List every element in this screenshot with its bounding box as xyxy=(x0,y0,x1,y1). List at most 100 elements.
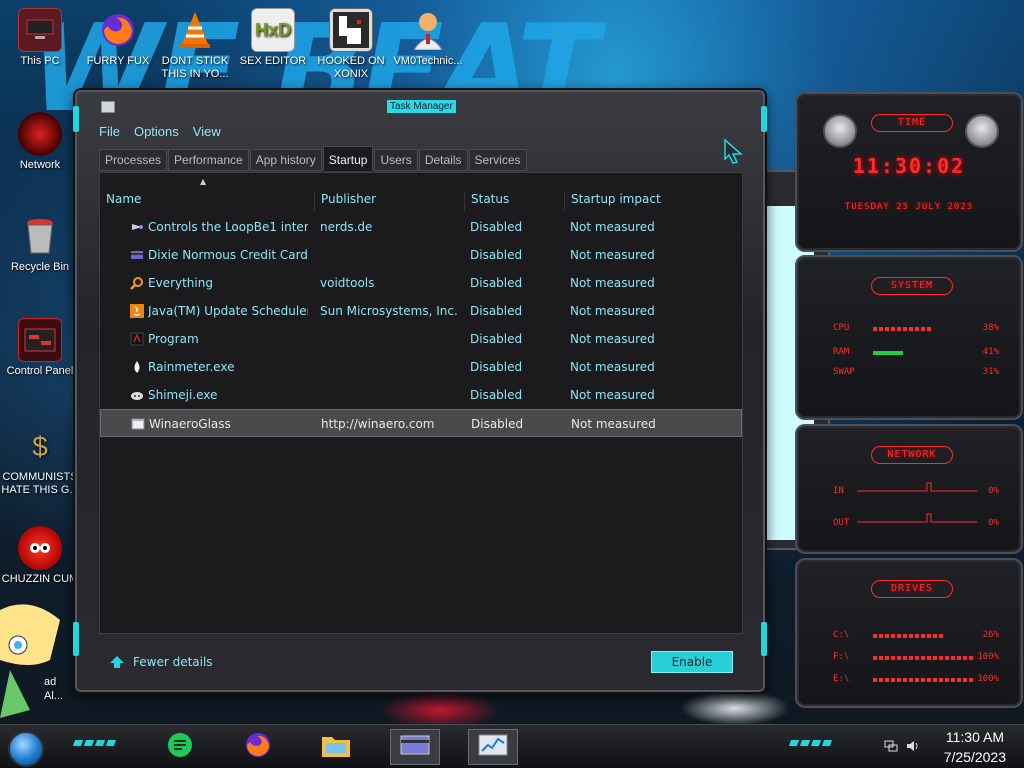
loopbe-icon xyxy=(130,220,144,234)
tab-details[interactable]: Details xyxy=(418,149,468,171)
tab-processes[interactable]: Processes xyxy=(99,149,168,171)
task-manager-window[interactable]: Task Manager File Options View Processes… xyxy=(73,90,767,692)
alien-icon xyxy=(965,114,999,148)
table-row[interactable]: Dixie Normous Credit Card S... Disabled … xyxy=(100,241,742,269)
table-row[interactable]: Program Disabled Not measured xyxy=(100,325,742,353)
desktop-icon-sex-editor[interactable]: HxD SEX EDITOR xyxy=(233,8,313,68)
column-publisher[interactable]: Publisher xyxy=(315,192,465,211)
widget-time: TIME 11:30:02 TUESDAY 25 JULY 2023 xyxy=(795,92,1023,252)
enable-button[interactable]: Enable xyxy=(651,651,733,673)
network-out-graph xyxy=(857,513,977,523)
row-status: Disabled xyxy=(470,388,523,402)
taskbar-task-manager-button[interactable] xyxy=(468,729,518,765)
row-impact: Not measured xyxy=(570,276,655,290)
widget-system: SYSTEM CPU 38% RAM 41% SWAP 31% xyxy=(795,255,1023,420)
network-icon xyxy=(18,112,62,156)
person-icon xyxy=(406,8,450,52)
row-status: Disabled xyxy=(470,360,523,374)
widget-drives: DRIVES C:\ 26% F:\ 100% E:\ 100% xyxy=(795,558,1023,708)
file-explorer-icon xyxy=(320,731,352,763)
recycle-bin-icon xyxy=(18,214,62,258)
frame-accent xyxy=(761,622,767,656)
tab-app-history[interactable]: App history xyxy=(249,149,322,171)
computer-icon xyxy=(18,8,62,52)
row-publisher: nerds.de xyxy=(320,220,373,234)
table-row[interactable]: Rainmeter.exe Disabled Not measured xyxy=(100,353,742,381)
taskbar-decoration xyxy=(72,740,117,748)
row-impact: Not measured xyxy=(571,417,656,431)
xonix-icon xyxy=(329,8,373,52)
usage-bar xyxy=(873,656,973,660)
taskbar-clock-date[interactable]: 7/25/2023 xyxy=(944,749,1006,765)
tab-startup[interactable]: Startup xyxy=(322,146,374,171)
table-row[interactable]: Everything voidtools Disabled Not measur… xyxy=(100,269,742,297)
desktop-icon-chuzzin[interactable]: CHUZZIN CUM xyxy=(0,526,80,586)
network-tray-icon[interactable] xyxy=(884,739,898,753)
menu-file[interactable]: File xyxy=(99,124,120,144)
alien-icon xyxy=(823,114,857,148)
tab-services[interactable]: Services xyxy=(468,149,527,171)
volume-icon[interactable] xyxy=(906,739,920,753)
desktop-icon-control-panel[interactable]: Control Panel xyxy=(0,318,80,378)
row-impact: Not measured xyxy=(570,220,655,234)
taskbar-file-explorer-button[interactable] xyxy=(316,729,356,765)
taskbar-notes-button[interactable] xyxy=(160,729,200,765)
desktop-icon-vlc[interactable]: DONT STICK THIS IN YO... xyxy=(155,8,235,81)
drive-row: E:\ 100% xyxy=(833,674,999,684)
usage-bar xyxy=(873,634,943,638)
menu-view[interactable]: View xyxy=(193,124,221,144)
desktop-icon-this-pc[interactable]: This PC xyxy=(0,8,80,68)
control-panel-icon xyxy=(18,318,62,362)
table-row[interactable]: Controls the LoopBe1 intern... nerds.de … xyxy=(100,213,742,241)
firefox-icon xyxy=(96,8,140,52)
widget-title: NETWORK xyxy=(871,446,953,464)
taskbar-firefox-button[interactable] xyxy=(238,729,278,765)
column-startup-impact[interactable]: Startup impact xyxy=(565,192,675,211)
column-name[interactable]: Name xyxy=(100,192,315,211)
raindrop-icon xyxy=(130,360,144,374)
row-impact: Not measured xyxy=(570,360,655,374)
column-status[interactable]: Status xyxy=(465,192,565,211)
menu-options[interactable]: Options xyxy=(134,124,179,144)
fewer-details-button[interactable]: Fewer details xyxy=(109,655,213,669)
row-publisher: voidtools xyxy=(320,276,375,290)
taskbar-credit-card-app-button[interactable] xyxy=(390,729,440,765)
desktop-icon-communists[interactable]: $ COMMUNISTS HATE THIS G... xyxy=(0,424,80,497)
row-name: Shimeji.exe xyxy=(148,388,218,402)
row-status: Disabled xyxy=(470,220,523,234)
wallpaper-shoe xyxy=(680,690,790,726)
table-row[interactable]: Shimeji.exe Disabled Not measured xyxy=(100,381,742,409)
widget-title: TIME xyxy=(871,114,953,132)
shimeji-icon xyxy=(130,388,144,402)
table-row[interactable]: Java(TM) Update Scheduler Sun Microsyste… xyxy=(100,297,742,325)
start-orb-icon[interactable] xyxy=(8,731,44,767)
widget-title: DRIVES xyxy=(871,580,953,598)
desktop-icon-recycle-bin[interactable]: Recycle Bin xyxy=(0,214,80,274)
desktop-icon-furry-fux[interactable]: FURRY FUX xyxy=(78,8,158,68)
table-row-selected[interactable]: WinaeroGlass http://winaero.com Disabled… xyxy=(100,409,742,437)
arrow-up-icon xyxy=(109,655,125,669)
desktop-icon-label-partial[interactable]: ad xyxy=(44,676,56,688)
row-name: Dixie Normous Credit Card S... xyxy=(148,248,308,262)
money-bag-icon: $ xyxy=(32,430,48,462)
desktop-icon-vm0technic[interactable]: VM0Technic... xyxy=(388,8,468,68)
taskbar-clock-time[interactable]: 11:30 AM xyxy=(946,729,1004,745)
window-icon xyxy=(131,417,145,431)
desktop-icon-network[interactable]: Network xyxy=(0,112,80,172)
taskbar-decoration xyxy=(788,740,833,748)
notes-icon xyxy=(166,731,194,763)
tab-bar: Processes Performance App history Startu… xyxy=(99,146,528,171)
desktop-icon-label-partial-2[interactable]: Al... xyxy=(44,690,63,702)
title-bar[interactable]: Task Manager xyxy=(77,92,763,120)
tab-users[interactable]: Users xyxy=(374,149,418,171)
tab-performance[interactable]: Performance xyxy=(168,149,249,171)
widget-network: NETWORK IN 0% OUT 0% xyxy=(795,424,1023,554)
frame-accent xyxy=(73,622,79,656)
desktop-icon-hooked-on-xonix[interactable]: HOOKED ON XONIX xyxy=(311,8,391,81)
row-status: Disabled xyxy=(470,276,523,290)
menu-bar: File Options View xyxy=(99,124,221,144)
column-header: ▲ Name Publisher Status Startup impact xyxy=(100,173,742,211)
rows: Controls the LoopBe1 intern... nerds.de … xyxy=(100,213,742,437)
system-tray: 11:30 AM 7/25/2023 xyxy=(844,725,1024,768)
usage-bar xyxy=(873,351,903,355)
